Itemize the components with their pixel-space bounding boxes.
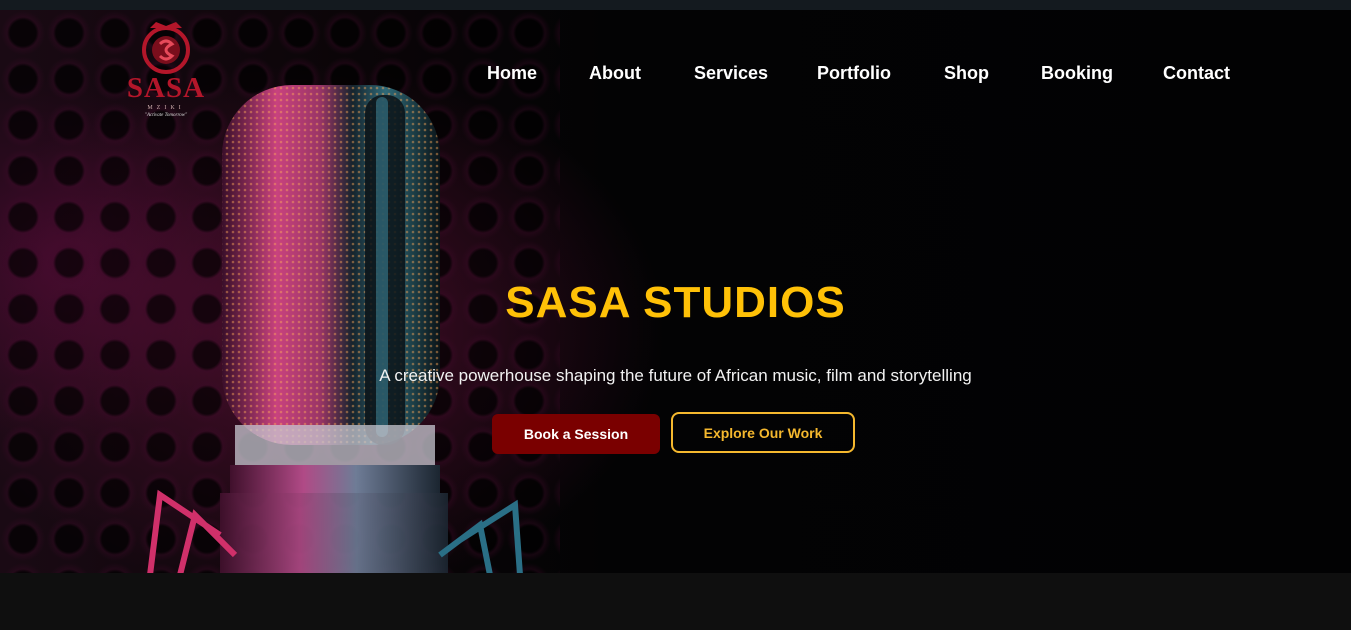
hero-section: SASA MZIKI "Activate Tomorrow" Home Abou… [0, 10, 1351, 573]
hero-title: SASA STUDIOS [505, 278, 846, 327]
page-footer-band [0, 573, 1351, 630]
brand-tagline: "Activate Tomorrow" [144, 113, 188, 118]
nav-booking[interactable]: Booking [1041, 63, 1113, 84]
top-strip [0, 0, 1351, 10]
nav-portfolio[interactable]: Portfolio [817, 63, 891, 84]
nav-home[interactable]: Home [487, 63, 537, 84]
nav-services[interactable]: Services [694, 63, 768, 84]
nav-contact[interactable]: Contact [1163, 63, 1230, 84]
studio-microphone-image [147, 85, 523, 573]
hero-subtitle: A creative powerhouse shaping the future… [379, 366, 972, 385]
book-session-button[interactable]: Book a Session [492, 414, 660, 454]
nav-about[interactable]: About [589, 63, 641, 84]
brand-sub: MZIKI [147, 105, 185, 111]
main-navigation: Home About Services Portfolio Shop Booki… [0, 63, 1351, 87]
explore-work-button[interactable]: Explore Our Work [671, 412, 855, 453]
nav-shop[interactable]: Shop [944, 63, 989, 84]
